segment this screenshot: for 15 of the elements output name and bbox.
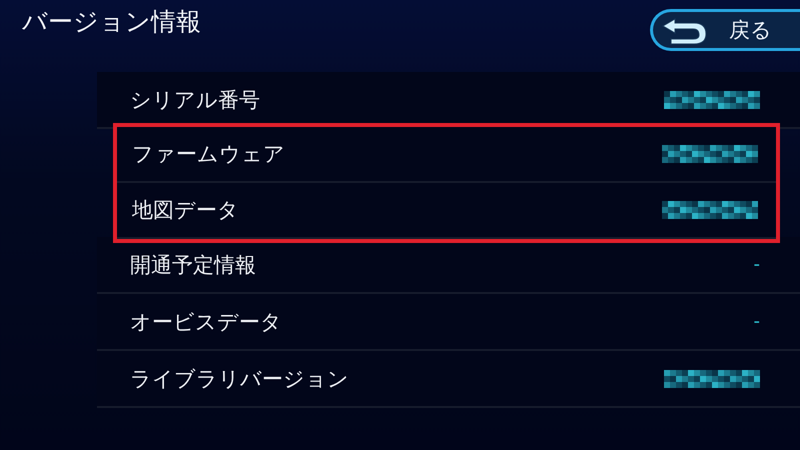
list-row[interactable]: シリアル番号: [97, 72, 800, 129]
back-button[interactable]: 戻る: [650, 9, 800, 51]
row-label: オービスデータ: [130, 308, 282, 336]
row-label: ファームウェア: [132, 141, 285, 168]
row-label: 地図データ: [132, 197, 239, 224]
row-value: -: [754, 254, 760, 275]
list-row[interactable]: 開通予定情報 -: [97, 237, 800, 294]
row-label: シリアル番号: [130, 86, 260, 114]
page-title: バージョン情報: [22, 6, 201, 38]
row-label: ライブラリバージョン: [130, 366, 349, 392]
row-value: -: [754, 311, 760, 332]
list-row[interactable]: 地図データ: [117, 183, 776, 239]
list-row[interactable]: オービスデータ -: [97, 294, 800, 351]
list-row[interactable]: ファームウェア: [117, 127, 776, 183]
row-label: 開通予定情報: [130, 252, 256, 278]
